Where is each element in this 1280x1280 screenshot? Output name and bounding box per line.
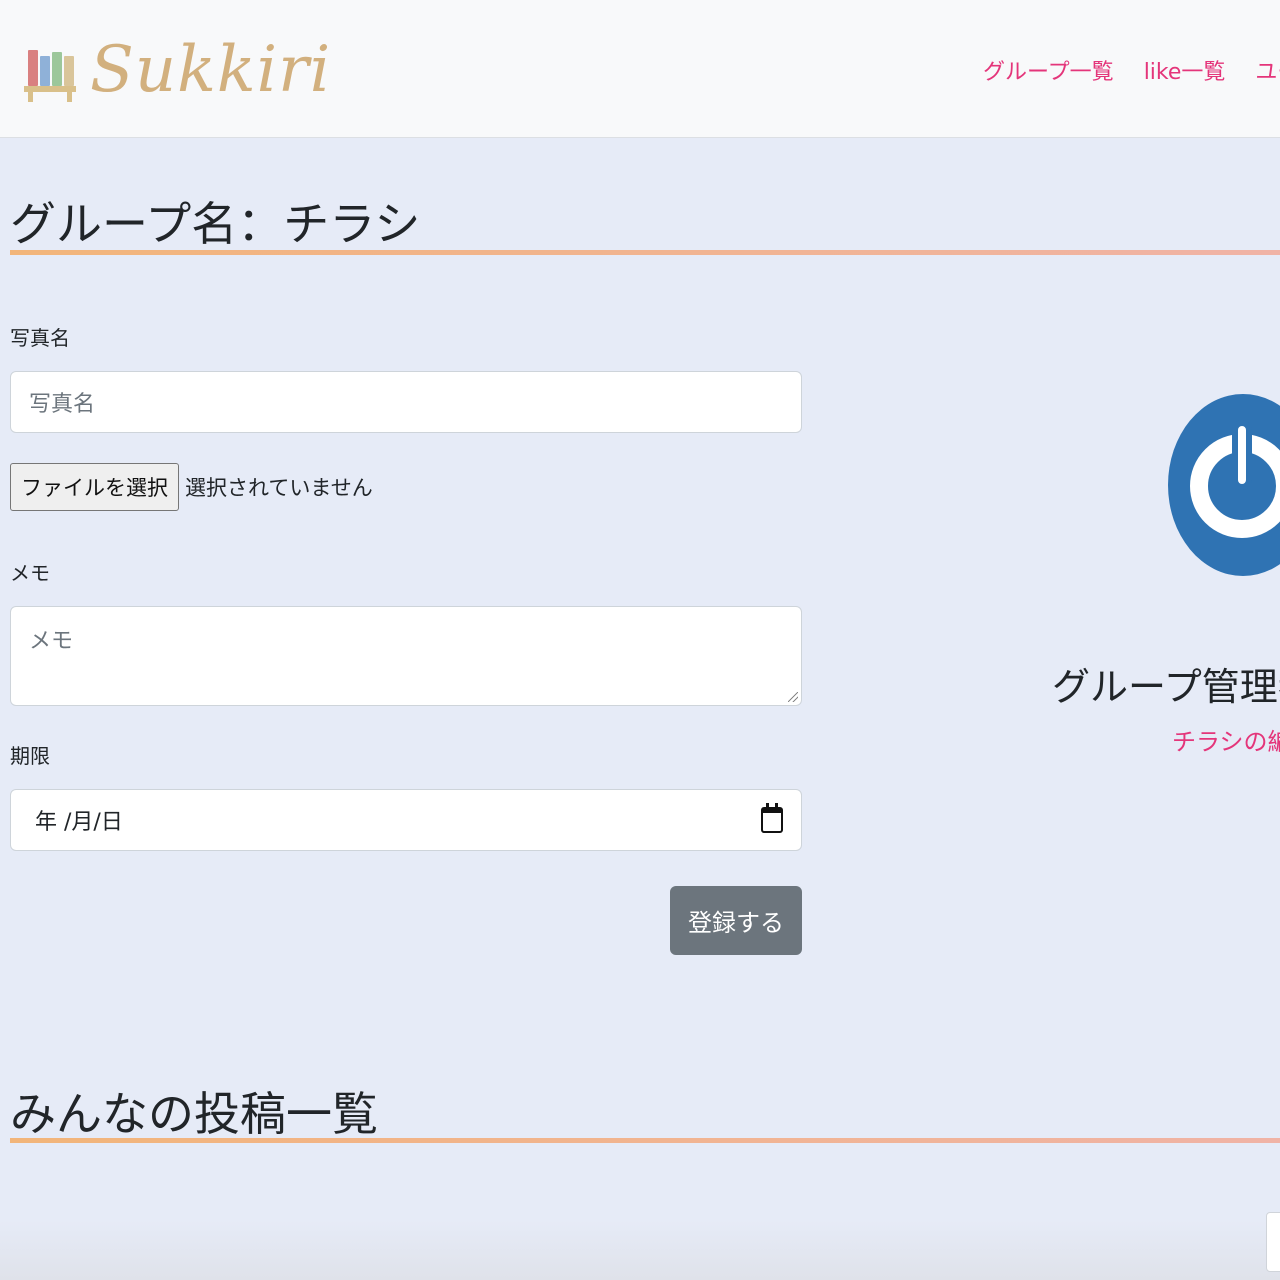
posts-section-title: みんなの投稿一覧 (10, 1087, 378, 1141)
resize-grip-icon[interactable] (788, 692, 798, 702)
page-title: グループ名：チラシ (10, 197, 421, 251)
posts-divider (10, 1138, 1280, 1143)
deadline-label: 期限 (10, 744, 50, 768)
deadline-date-value: 年 /月/日 (35, 810, 123, 835)
group-admin-title: グループ管理者 (1052, 665, 1280, 709)
bottom-fade (0, 1220, 1280, 1280)
brand-name: Sukkiri (90, 33, 332, 107)
file-upload-row: ファイルを選択 選択されていません (10, 463, 802, 511)
file-status-text: 選択されていません (185, 476, 373, 500)
power-icon (1168, 394, 1280, 576)
nav-links: グループ一覧 like一覧 ユーザー (983, 54, 1280, 86)
memo-label: メモ (10, 561, 50, 585)
brand-logo[interactable]: Sukkiri (24, 30, 331, 110)
edit-group-link[interactable]: チラシの編集 (1172, 722, 1280, 757)
memo-textarea[interactable]: メモ (10, 606, 802, 706)
nav-link-users[interactable]: ユーザー (1255, 54, 1280, 86)
navbar: Sukkiri グループ一覧 like一覧 ユーザー (0, 0, 1280, 138)
submit-button[interactable]: 登録する (670, 886, 802, 955)
deadline-date-input[interactable]: 年 /月/日 (10, 789, 802, 851)
photo-name-input[interactable]: 写真名 (10, 371, 802, 433)
memo-placeholder: メモ (29, 629, 74, 654)
corner-widget[interactable] (1266, 1212, 1280, 1272)
bookshelf-icon (24, 38, 76, 102)
photo-form: 写真名 写真名 ファイルを選択 選択されていません メモ メモ 期限 年 /月/… (10, 322, 802, 851)
nav-link-groups[interactable]: グループ一覧 (983, 54, 1114, 86)
file-select-button[interactable]: ファイルを選択 (10, 463, 179, 511)
calendar-icon[interactable] (761, 803, 783, 833)
nav-link-likes[interactable]: like一覧 (1144, 54, 1226, 86)
photo-name-placeholder: 写真名 (29, 392, 96, 417)
photo-name-label: 写真名 (10, 326, 70, 350)
title-divider (10, 250, 1280, 255)
